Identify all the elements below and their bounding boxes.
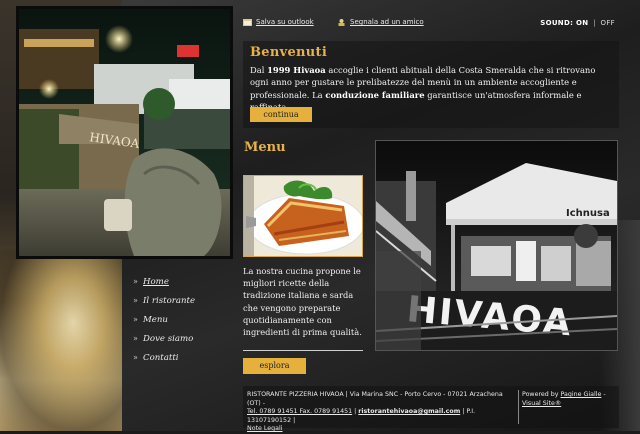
welcome-box: Benvenuti Dal 1999 Hivaoa accoglie i cli… [243, 41, 619, 128]
nav-item-ristorante[interactable]: » Il ristorante [133, 291, 195, 310]
nav-bullet: » [133, 353, 138, 362]
tell-friend-link[interactable]: Segnala ad un amico [337, 18, 424, 26]
sound-separator: | [593, 19, 596, 27]
save-outlook-link[interactable]: Salva su outlook [243, 18, 314, 26]
footer-powered: Powered by Pagine Gialle - Visual Site® [522, 391, 606, 407]
main-nav: » Home » Il ristorante » Menu » Dove siamo »… [133, 272, 195, 367]
nav-label-home[interactable]: Home [143, 277, 169, 287]
powered-by-label: Powered by [522, 391, 561, 398]
nav-label-ristorante[interactable]: Il ristorante [143, 296, 195, 306]
nav-item-menu[interactable]: » Menu [133, 310, 195, 329]
visual-site-link[interactable]: Visual Site® [522, 400, 561, 407]
hero-restaurant-photo: HIVAOA [16, 6, 233, 259]
continua-button[interactable]: continua [250, 107, 312, 122]
sound-on-button[interactable]: ON [576, 19, 588, 27]
nav-bullet: » [133, 334, 138, 343]
tell-friend-label[interactable]: Segnala ad un amico [350, 18, 424, 26]
nav-item-home[interactable]: » Home [133, 272, 195, 291]
nav-bullet: » [133, 296, 138, 305]
sound-toggle: SOUND: ON | OFF [540, 19, 615, 27]
friend-icon [338, 18, 345, 26]
footer: RISTORANTE PIZZERIA HIVAOA | Via Marina … [243, 386, 619, 432]
nav-label-dove-siamo[interactable]: Dove siamo [143, 334, 193, 344]
menu-description: La nostra cucina propone le migliori ric… [243, 266, 362, 338]
footer-divider [518, 390, 519, 424]
nav-label-contatti[interactable]: Contatti [143, 353, 179, 363]
restaurant-exterior-photo: Ichnusa HIVAOA [375, 140, 618, 351]
footer-legal-link[interactable]: Note Legali [247, 425, 283, 432]
nav-bullet: » [133, 315, 138, 324]
umbrella-brand: Ichnusa [566, 208, 610, 219]
save-outlook-label[interactable]: Salva su outlook [256, 18, 314, 26]
menu-divider [243, 350, 363, 351]
calendar-icon [243, 18, 252, 26]
pagine-gialle-link[interactable]: Pagine Gialle [561, 391, 602, 398]
menu-section-title: Menu [244, 140, 286, 155]
footer-contact: RISTORANTE PIZZERIA HIVAOA | Via Marina … [247, 391, 515, 434]
lasagna-photo [243, 175, 363, 257]
nav-item-dove-siamo[interactable]: » Dove siamo [133, 329, 195, 348]
nav-bullet: » [133, 277, 138, 286]
nav-item-contatti[interactable]: » Contatti [133, 348, 195, 367]
welcome-title: Benvenuti [250, 45, 328, 60]
esplora-button[interactable]: esplora [243, 358, 306, 374]
sound-off-button[interactable]: OFF [601, 19, 615, 27]
top-bar: Salva su outlook Segnala ad un amico SOU… [243, 15, 621, 33]
footer-address: RISTORANTE PIZZERIA HIVAOA | Via Marina … [247, 391, 503, 407]
footer-phone-link[interactable]: Tel. 0789 91451 Fax. 0789 91451 [247, 408, 352, 415]
wine-glass-background [0, 250, 122, 431]
sound-label: SOUND: [540, 19, 574, 27]
footer-email-link[interactable]: ristorantehivaoa@gmail.com [358, 408, 460, 415]
nav-label-menu[interactable]: Menu [143, 315, 168, 325]
